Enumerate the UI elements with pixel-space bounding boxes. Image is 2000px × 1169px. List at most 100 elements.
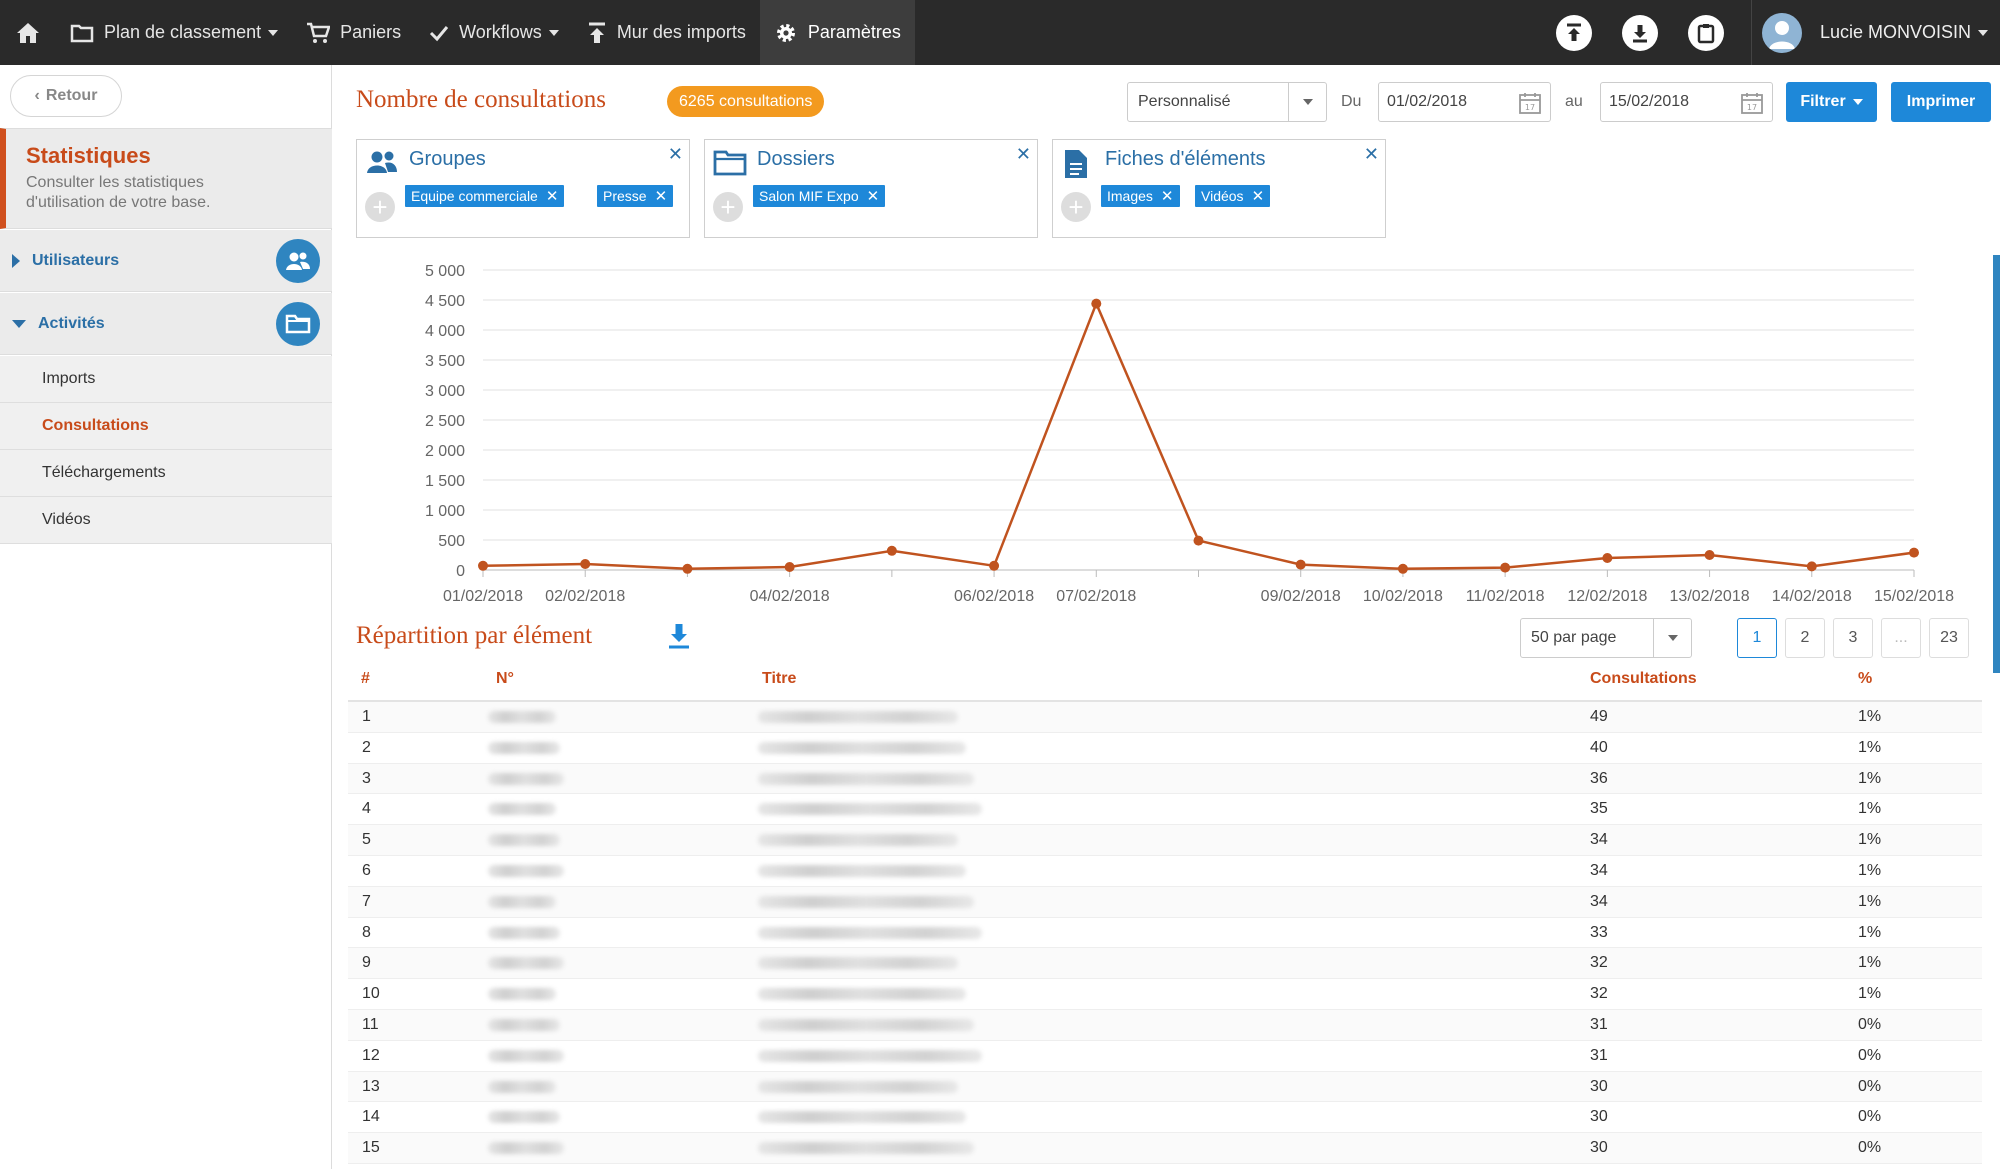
back-button[interactable]: ‹ Retour xyxy=(10,75,122,117)
table-row[interactable]: 4 35 1% xyxy=(348,794,1982,826)
table-row[interactable]: 10 32 1% xyxy=(348,979,1982,1010)
cell-consultations: 34 xyxy=(1590,892,1608,910)
page-button-1[interactable]: 1 xyxy=(1737,618,1777,658)
remove-tag-icon[interactable]: ✕ xyxy=(1252,187,1265,205)
redacted-title xyxy=(758,895,974,908)
clipboard-button[interactable] xyxy=(1687,14,1724,51)
add-filter-button[interactable]: + xyxy=(713,192,743,222)
filter-tag[interactable]: Images ✕ xyxy=(1101,185,1180,207)
table-row[interactable]: 14 30 0% xyxy=(348,1102,1982,1134)
home-button[interactable] xyxy=(0,0,56,65)
chevron-down-icon xyxy=(1288,83,1326,121)
table-row[interactable]: 2 40 1% xyxy=(348,733,1982,764)
close-icon[interactable]: ✕ xyxy=(668,144,683,165)
from-date-value: 01/02/2018 xyxy=(1387,93,1468,110)
gear-icon xyxy=(776,23,795,42)
filter-tag[interactable]: Presse ✕ xyxy=(597,185,674,207)
y-tick-label: 4 500 xyxy=(425,293,465,310)
home-icon xyxy=(17,22,39,43)
page-button-3[interactable]: 3 xyxy=(1833,618,1873,658)
filter-tag[interactable]: Salon MIF Expo ✕ xyxy=(753,185,886,207)
table-row[interactable]: 8 33 1% xyxy=(348,918,1982,949)
redacted-number xyxy=(488,711,556,723)
nav-parametres[interactable]: Paramètres xyxy=(759,0,915,65)
nav-mur-des-imports[interactable]: Mur des imports xyxy=(573,0,760,65)
x-tick-label: 01/02/2018 xyxy=(443,588,523,605)
cell-percent: 1% xyxy=(1858,769,1882,787)
per-page-select[interactable]: 50 par page xyxy=(1520,618,1692,658)
section-title: Statistiques xyxy=(26,143,151,168)
table-row[interactable]: 3 36 1% xyxy=(348,763,1982,795)
column-header-number[interactable]: N° xyxy=(496,670,514,688)
filter-tag[interactable]: Vidéos ✕ xyxy=(1195,185,1271,207)
scrollbar[interactable] xyxy=(1993,255,2000,673)
from-date-input[interactable]: 01/02/2018 17 xyxy=(1378,82,1551,122)
data-point xyxy=(1193,535,1204,546)
table-row[interactable]: 5 34 1% xyxy=(348,825,1982,856)
remove-tag-icon[interactable]: ✕ xyxy=(655,187,668,205)
page-button-23[interactable]: 23 xyxy=(1929,618,1969,658)
nav-paniers[interactable]: Paniers xyxy=(292,0,415,65)
filter-tag-label: Presse xyxy=(603,188,647,204)
column-header-percent[interactable]: % xyxy=(1858,670,1872,688)
redacted-title xyxy=(758,988,966,1001)
download-button[interactable] xyxy=(1621,14,1658,51)
sidebar-section-activites[interactable]: Activités xyxy=(0,293,332,355)
sidebar-item-telechargements[interactable]: Téléchargements xyxy=(0,450,332,497)
close-icon[interactable]: ✕ xyxy=(1016,144,1031,165)
page-number: 1 xyxy=(1752,629,1762,646)
table-row[interactable]: 11 31 0% xyxy=(348,1009,1982,1041)
x-tick-label: 07/02/2018 xyxy=(1056,588,1136,605)
user-menu[interactable]: Lucie MONVOISIN xyxy=(1820,22,1988,43)
download-icon[interactable] xyxy=(666,622,692,650)
sidebar: ‹ Retour Statistiques Consulter les stat… xyxy=(0,65,332,1169)
table-row[interactable]: 12 31 0% xyxy=(348,1041,1982,1072)
filter-button[interactable]: Filtrer xyxy=(1786,82,1877,122)
filter-tag[interactable]: Equipe commerciale ✕ xyxy=(405,185,565,207)
table-row[interactable]: 13 30 0% xyxy=(348,1071,1982,1103)
cell-consultations: 31 xyxy=(1590,1046,1608,1064)
cell-rank: 8 xyxy=(362,923,371,941)
sidebar-item-videos[interactable]: Vidéos xyxy=(0,497,332,544)
column-header-consultations[interactable]: Consultations xyxy=(1590,670,1697,688)
redacted-title xyxy=(758,1080,958,1093)
cell-consultations: 35 xyxy=(1590,800,1608,818)
table-row[interactable]: 7 34 1% xyxy=(348,886,1982,918)
avatar[interactable] xyxy=(1761,12,1802,53)
upload-button[interactable] xyxy=(1555,14,1592,51)
period-select[interactable]: Personnalisé xyxy=(1127,82,1327,122)
sidebar-item-imports[interactable]: Imports xyxy=(0,356,332,403)
page-button-2[interactable]: 2 xyxy=(1785,618,1825,658)
document-icon xyxy=(1065,150,1087,178)
close-icon[interactable]: ✕ xyxy=(1364,144,1379,165)
cell-percent: 1% xyxy=(1858,800,1882,818)
x-tick-label: 12/02/2018 xyxy=(1567,588,1647,605)
remove-tag-icon[interactable]: ✕ xyxy=(1161,187,1174,205)
table-row[interactable]: 9 32 1% xyxy=(348,948,1982,980)
redacted-title xyxy=(758,957,958,970)
sidebar-item-label: Téléchargements xyxy=(42,464,166,481)
data-point xyxy=(1909,547,1919,558)
to-date-input[interactable]: 15/02/2018 17 xyxy=(1600,82,1773,122)
remove-tag-icon[interactable]: ✕ xyxy=(546,187,559,205)
nav-workflows[interactable]: Workflows xyxy=(415,0,573,65)
nav-plan-de-classement[interactable]: Plan de classement xyxy=(56,0,292,65)
add-filter-button[interactable]: + xyxy=(1061,192,1091,222)
user-icon xyxy=(1768,20,1795,49)
remove-tag-icon[interactable]: ✕ xyxy=(867,187,880,205)
column-header-title[interactable]: Titre xyxy=(762,670,796,688)
sidebar-section-utilisateurs[interactable]: Utilisateurs xyxy=(0,230,332,292)
print-button[interactable]: Imprimer xyxy=(1891,82,1991,122)
table-row[interactable]: 15 30 0% xyxy=(348,1133,1982,1164)
sidebar-item-consultations[interactable]: Consultations xyxy=(0,403,332,450)
folder-icon xyxy=(70,24,94,42)
x-tick-label: 06/02/2018 xyxy=(954,588,1034,605)
table-row[interactable]: 6 34 1% xyxy=(348,856,1982,887)
column-header-rank[interactable]: # xyxy=(361,670,370,688)
add-filter-button[interactable]: + xyxy=(365,192,395,222)
table-row[interactable]: 1 49 1% xyxy=(348,702,1982,733)
x-tick-label: 13/02/2018 xyxy=(1670,588,1750,605)
sidebar-item-label: Consultations xyxy=(42,417,149,434)
y-tick-label: 1 000 xyxy=(425,503,465,520)
filter-button-label: Filtrer xyxy=(1800,93,1846,110)
